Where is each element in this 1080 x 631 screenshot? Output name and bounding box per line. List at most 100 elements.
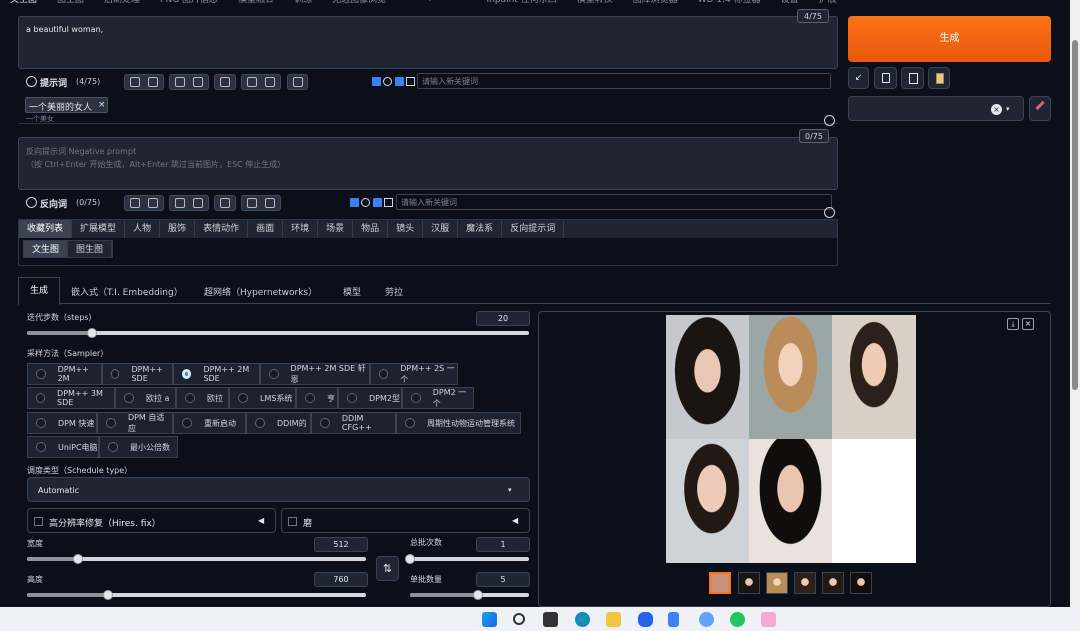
top-tab[interactable]: 3D OpenPose <box>396 0 476 6</box>
negative-tool-group-4[interactable] <box>241 195 281 211</box>
close-icon[interactable]: × <box>98 100 106 110</box>
sampler-option[interactable]: 重新启动 <box>173 412 246 434</box>
sampler-option[interactable]: DPM++ SDE <box>102 363 173 385</box>
sampler-option[interactable]: 周期性动物运动管理系统 <box>396 412 521 434</box>
category-tab[interactable]: 场景 <box>318 220 354 238</box>
section-tab-model[interactable]: 模型 <box>343 285 361 298</box>
hires-checkbox[interactable] <box>34 517 43 526</box>
top-tab[interactable]: 图库浏览器 <box>623 0 688 6</box>
output-image-3[interactable] <box>832 315 916 439</box>
refiner-panel[interactable]: 磨 ◀ <box>281 508 530 533</box>
negative-tool-group-2[interactable] <box>169 195 209 211</box>
negative-tool-group-1[interactable] <box>124 195 164 211</box>
thumbnail-grid[interactable] <box>709 572 731 594</box>
edge-icon[interactable] <box>575 612 590 627</box>
top-tab[interactable]: 设置 <box>771 0 809 6</box>
sampler-option[interactable]: DDIM CFG++ <box>311 412 396 434</box>
top-tab[interactable]: 模型融合 <box>228 0 284 6</box>
sampler-option[interactable]: 亨 <box>296 387 338 409</box>
sampler-option[interactable]: 最小公倍数 <box>99 436 178 458</box>
sampler-option[interactable]: DPM++ 2M SDE 轩恩 <box>260 363 370 385</box>
top-tab[interactable]: PNG 图片信息 <box>150 0 228 6</box>
batch-count-slider-handle[interactable] <box>405 554 415 564</box>
app-icon[interactable] <box>699 612 714 627</box>
steps-slider[interactable] <box>27 331 529 335</box>
negative-prompt-textarea[interactable]: 反向提示词 Negative prompt （按 Ctrl+Enter 开始生成… <box>18 137 838 190</box>
output-image-5[interactable] <box>749 439 832 563</box>
category-tab[interactable]: 反向提示词 <box>502 220 565 238</box>
sampler-option[interactable]: DPM 快速 <box>27 412 97 434</box>
prompt-tool-group-4[interactable] <box>241 74 281 90</box>
batch-size-value[interactable]: 5 <box>476 572 530 587</box>
edit-styles-button[interactable] <box>1029 96 1051 121</box>
sampler-option[interactable]: 欧拉 <box>176 387 229 409</box>
batch-count-slider[interactable] <box>410 557 529 561</box>
negative-tool-group-3[interactable] <box>214 195 236 211</box>
height-slider-handle[interactable] <box>103 590 113 600</box>
sampler-option[interactable]: DPM++ 2S 一个 <box>370 363 458 385</box>
sampler-option[interactable]: DDIM的 <box>246 412 311 434</box>
width-value[interactable]: 512 <box>314 537 368 552</box>
sampler-option[interactable]: UniPC电脑 <box>27 436 99 458</box>
prompt-square-icon[interactable] <box>406 77 415 86</box>
refiner-checkbox[interactable] <box>288 517 297 526</box>
steps-slider-handle[interactable] <box>87 328 97 338</box>
scrollbar-thumb[interactable] <box>1072 40 1078 390</box>
hires-fix-panel[interactable]: 高分辨率修复（Hires. fix） ◀ <box>27 508 276 533</box>
trash-button[interactable] <box>901 67 924 89</box>
section-tab-embedding[interactable]: 嵌入式（T.I. Embedding） <box>71 285 183 298</box>
sampler-option[interactable]: 欧拉 a <box>115 387 176 409</box>
width-slider-handle[interactable] <box>73 554 83 564</box>
section-tab-hypernetworks[interactable]: 超网络（Hypernetworks） <box>204 285 317 298</box>
top-tab[interactable]: Inpaint 任何东西 <box>477 0 567 6</box>
negative-expand-icon[interactable] <box>824 207 835 218</box>
negative-checkbox-1[interactable] <box>350 198 359 207</box>
cloud-app-icon[interactable] <box>638 612 653 627</box>
styles-dropdown[interactable]: × ▾ <box>848 96 1024 121</box>
top-tab[interactable]: 模型转换 <box>567 0 623 6</box>
height-value[interactable]: 760 <box>314 572 368 587</box>
output-image-2[interactable] <box>749 315 832 439</box>
category-tab[interactable]: 表情动作 <box>195 220 249 238</box>
category-tab[interactable]: 画面 <box>248 220 284 238</box>
task-view-icon[interactable] <box>543 612 558 627</box>
top-tab[interactable]: 训练 <box>284 0 322 6</box>
prompt-collapse-icon[interactable] <box>26 76 37 87</box>
sampler-option[interactable]: DPM 自适应 <box>97 412 173 434</box>
sub-tab[interactable]: 图生图 <box>68 241 113 257</box>
prompt-tool-group-2[interactable] <box>169 74 209 90</box>
category-tab[interactable]: 汉服 <box>423 220 459 238</box>
swap-dimensions-button[interactable]: ⇅ <box>376 556 399 581</box>
close-icon[interactable]: × <box>1022 318 1034 330</box>
top-tab[interactable]: 后期处理 <box>94 0 150 6</box>
output-image-1[interactable] <box>666 315 749 439</box>
thumbnail-2[interactable] <box>766 572 788 594</box>
sampler-option[interactable]: LMS系统 <box>229 387 296 409</box>
paste-button[interactable] <box>874 67 897 89</box>
batch-count-value[interactable]: 1 <box>476 537 530 552</box>
category-tab[interactable]: 物品 <box>353 220 389 238</box>
notepad-icon[interactable] <box>668 612 679 627</box>
top-tab[interactable]: 图生图 <box>47 0 94 6</box>
sampler-option[interactable]: DPM++ 3M SDE <box>27 387 115 409</box>
output-image-grid[interactable] <box>666 315 916 563</box>
download-icon[interactable]: ⤓ <box>1007 318 1019 330</box>
top-tab[interactable]: 扩展 <box>809 0 847 6</box>
wechat-icon[interactable] <box>730 612 745 627</box>
file-explorer-icon[interactable] <box>606 612 621 627</box>
prompt-tool-group-3[interactable] <box>214 74 236 90</box>
anime-app-icon[interactable] <box>761 612 776 627</box>
sampler-option[interactable]: DPM++ 2M SDE <box>173 363 260 385</box>
top-tab[interactable]: WD 1.4 标签器 <box>688 0 771 6</box>
prompt-tool-group-5[interactable] <box>287 74 308 90</box>
sampler-option[interactable]: DPM2型 <box>338 387 402 409</box>
prompt-toggle-icon[interactable] <box>383 77 392 86</box>
sampler-option[interactable]: DPM++ 2M <box>27 363 102 385</box>
read-params-button[interactable]: ↙ <box>848 67 869 89</box>
thumbnail-1[interactable] <box>738 572 760 594</box>
prompt-tag-chip[interactable]: 一个美丽的女人 × <box>25 97 108 113</box>
clear-icon[interactable]: × <box>991 104 1002 115</box>
page-scrollbar[interactable] <box>1070 0 1080 607</box>
steps-value[interactable]: 20 <box>476 311 530 326</box>
clipboard-button[interactable] <box>928 67 950 89</box>
